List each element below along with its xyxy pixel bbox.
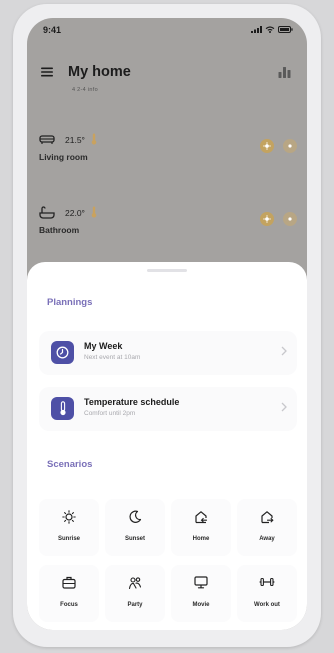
sofa-icon [39, 135, 55, 144]
bathtub-icon [39, 206, 55, 219]
planning-title: Temperature schedule [84, 397, 180, 407]
phone-frame: 9:41 My home 4 2-4 info 21.5° Living roo… [13, 4, 321, 647]
scenario-tile-work-out[interactable]: Work out [237, 565, 297, 622]
scenario-tile-focus[interactable]: Focus [39, 565, 99, 622]
room-controls [260, 212, 297, 226]
thermometer-icon [51, 397, 74, 420]
scenario-label: Party [127, 602, 143, 608]
clock-icon [51, 341, 74, 364]
briefcase-icon [62, 576, 76, 589]
dumbbell-icon [259, 577, 275, 587]
menu-icon[interactable] [41, 67, 53, 77]
people-icon [128, 577, 142, 590]
room-name: Bathroom [39, 225, 80, 235]
scenario-label: Home [192, 536, 210, 542]
home-in-icon [195, 511, 208, 524]
sun-mode-icon[interactable] [283, 139, 297, 153]
scenario-grid: Sunrise Sunset Home Away Focus Party Mov… [39, 499, 297, 622]
status-time: 9:41 [43, 25, 62, 35]
status-icons [251, 26, 293, 33]
monitor-icon [194, 576, 208, 589]
sun-icon [62, 510, 76, 524]
heating-mode-icon[interactable] [260, 212, 274, 226]
home-subtitle: 4 2-4 info [72, 87, 98, 93]
scenario-label: Focus [60, 602, 78, 608]
scenario-tile-party[interactable]: Party [105, 565, 165, 622]
header: My home 4 2-4 info [27, 58, 307, 98]
sheet-grabber[interactable] [147, 269, 187, 272]
room-controls [260, 139, 297, 153]
planning-subtitle: Comfort until 2pm [84, 410, 136, 417]
status-bar: 9:41 [27, 18, 307, 42]
heating-mode-icon[interactable] [260, 139, 274, 153]
chart-icon[interactable] [278, 66, 291, 78]
thermometer-icon [91, 133, 97, 145]
home-title[interactable]: My home [68, 64, 131, 80]
planning-title: My Week [84, 341, 123, 351]
scenario-label: Away [259, 536, 275, 542]
scenario-label: Movie [192, 602, 210, 608]
app-screen: 9:41 My home 4 2-4 info 21.5° Living roo… [27, 18, 307, 630]
chevron-right-icon [281, 402, 287, 412]
thermometer-icon [91, 206, 97, 218]
moon-icon [129, 510, 142, 523]
signal-icon [251, 26, 262, 33]
scenario-label: Sunset [124, 536, 145, 542]
chevron-right-icon [281, 346, 287, 356]
scenario-tile-away[interactable]: Away [237, 499, 297, 556]
planning-item-temperature-schedule[interactable]: Temperature schedule Comfort until 2pm [39, 387, 297, 431]
sun-mode-icon[interactable] [283, 212, 297, 226]
bottom-sheet: Plannings My Week Next event at 10am Tem… [27, 262, 307, 630]
room-card-living-room[interactable]: 21.5° Living room [27, 133, 307, 173]
wifi-icon [265, 26, 275, 33]
planning-subtitle: Next event at 10am [84, 354, 141, 361]
scenario-tile-movie[interactable]: Movie [171, 565, 231, 622]
home-out-icon [261, 511, 274, 524]
scenarios-title: Scenarios [47, 459, 93, 470]
scenario-label: Work out [254, 602, 280, 608]
plannings-title: Plannings [47, 297, 93, 308]
scenario-tile-home[interactable]: Home [171, 499, 231, 556]
scenario-tile-sunrise[interactable]: Sunrise [39, 499, 99, 556]
battery-icon [278, 26, 293, 33]
room-temperature: 21.5° [65, 135, 85, 145]
planning-item-my-week[interactable]: My Week Next event at 10am [39, 331, 297, 375]
scenario-tile-sunset[interactable]: Sunset [105, 499, 165, 556]
room-name: Living room [39, 152, 88, 162]
room-temperature: 22.0° [65, 208, 85, 218]
scenario-label: Sunrise [57, 536, 80, 542]
room-card-bathroom[interactable]: 22.0° Bathroom [27, 206, 307, 246]
